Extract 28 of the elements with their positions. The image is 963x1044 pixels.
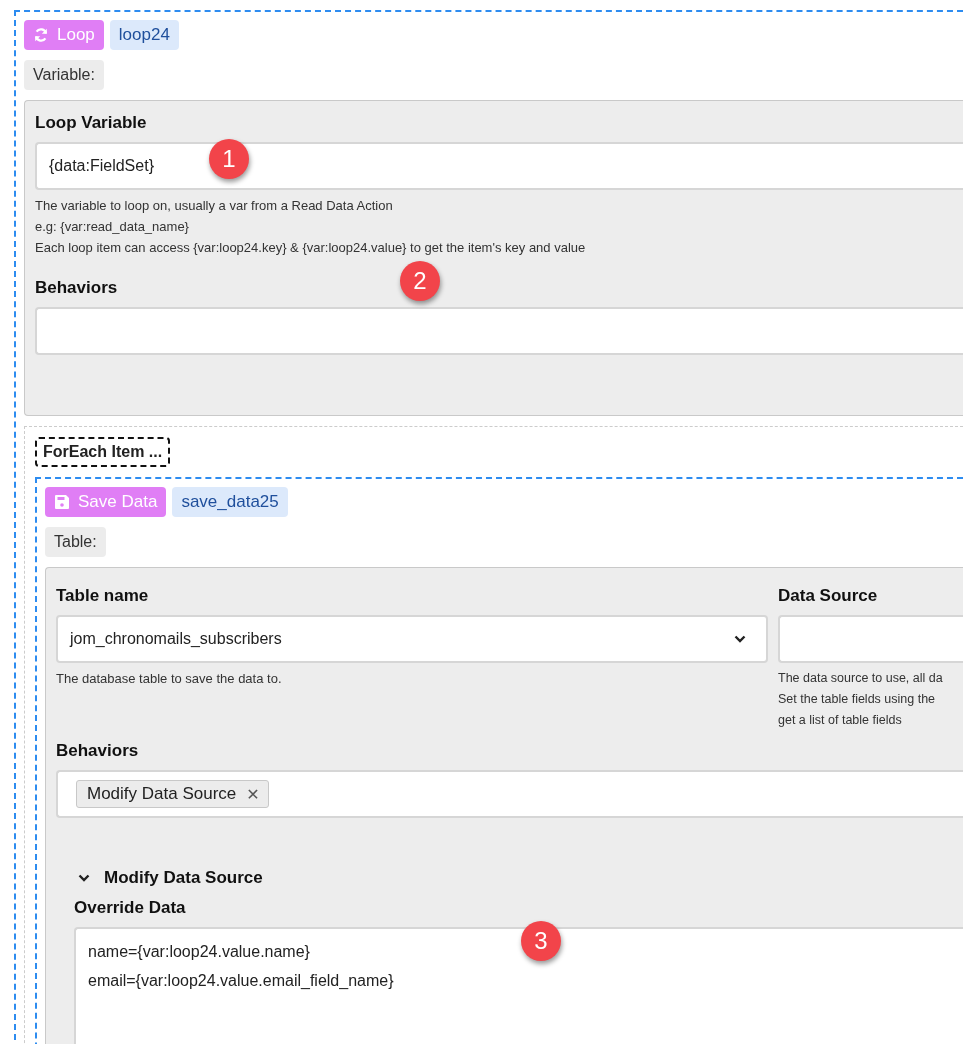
help-text: Set the table fields using the <box>778 691 937 708</box>
field-label: Loop Variable <box>35 113 147 133</box>
foreach-label: ForEach Item ... <box>35 437 171 467</box>
field-label: Table name <box>56 586 149 606</box>
field-label: Behaviors <box>56 741 139 761</box>
action-id-tag: save_data25 <box>172 487 288 517</box>
chevron-down-icon <box>734 635 746 643</box>
action-id-tag: loop24 <box>109 20 179 50</box>
refresh-icon <box>33 27 49 43</box>
text-input[interactable] <box>778 615 963 663</box>
field-label: Data Source <box>778 586 878 606</box>
remove-tag-button[interactable]: ✕ <box>246 784 260 804</box>
help-text: Each loop item can access {var:loop24.key} & {var:loop24.value} to get the item's key and value <box>35 239 587 257</box>
select-dropdown[interactable]: jom_chronomails_subscribers <box>56 615 768 663</box>
section-toggle[interactable]: Modify Data Source <box>74 868 263 888</box>
help-text: e.g: {var:read_data_name} <box>35 218 190 236</box>
field-label: Behaviors <box>35 278 118 298</box>
section-label: Table: <box>45 527 106 557</box>
chevron-down-icon <box>78 874 90 882</box>
tag-label: Modify Data Source <box>87 784 237 804</box>
help-text: The data source to use, all da <box>778 670 944 687</box>
section-label: Variable: <box>24 60 104 90</box>
tags-input[interactable] <box>35 307 963 355</box>
help-text: The variable to loop on, usually a var from a Read Data Action <box>35 197 394 215</box>
help-text: get a list of table fields <box>778 712 903 729</box>
tags-input[interactable]: Modify Data Source ✕ <box>56 770 963 818</box>
field-label: Override Data <box>74 898 186 918</box>
help-text: The database table to save the data to. <box>56 670 283 688</box>
